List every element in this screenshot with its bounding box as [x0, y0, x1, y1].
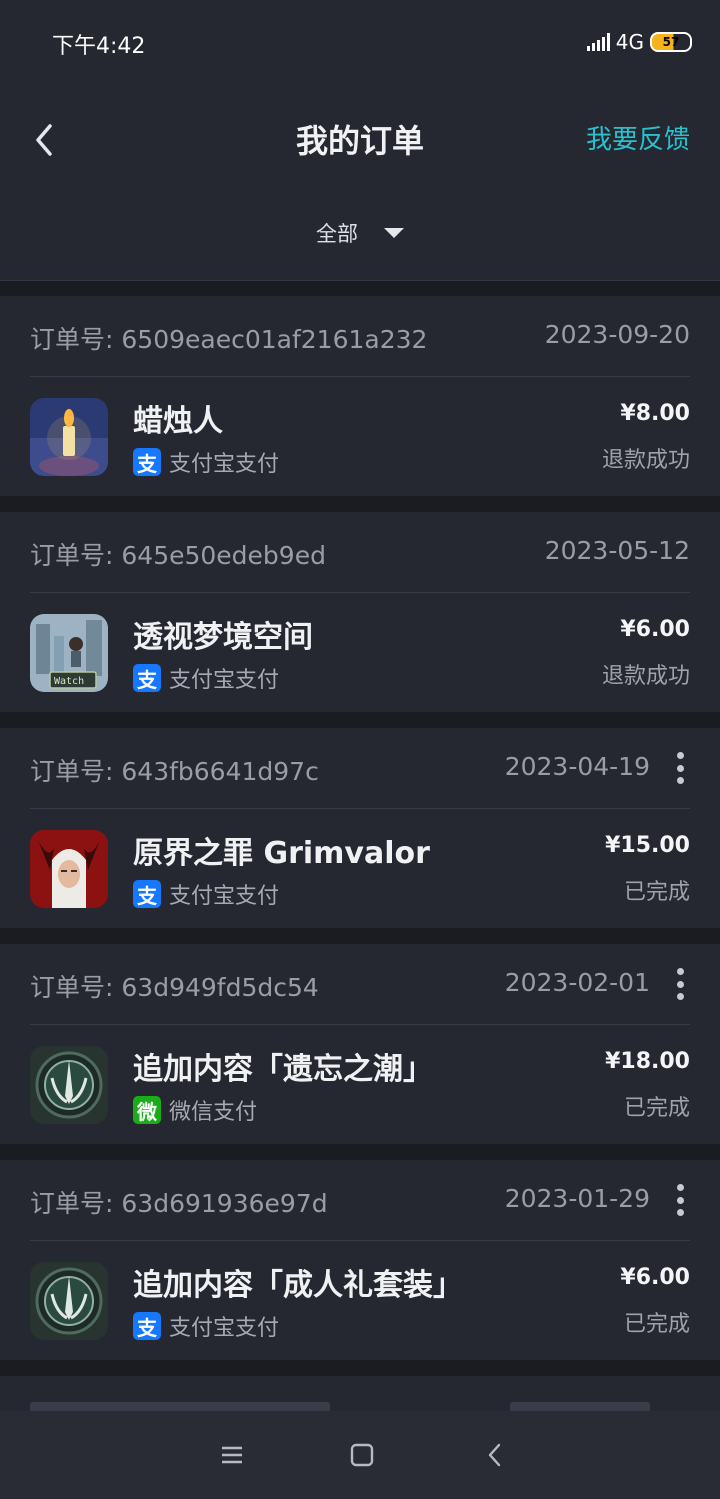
more-vertical-icon[interactable]	[674, 752, 686, 784]
order-header: 订单号: 63d691936e97d 2023-01-29	[30, 1160, 690, 1241]
battery-icon: 57	[650, 32, 692, 52]
more-vertical-icon[interactable]	[674, 1184, 686, 1216]
filter-dropdown[interactable]: 全部	[0, 218, 720, 248]
order-date: 2023-01-29	[504, 1184, 650, 1213]
alipay-icon: 支	[133, 448, 161, 476]
dream-space-app-icon: Watch	[30, 614, 108, 692]
order-header: 订单号: 6509eaec01af2161a232 2023-09-20	[30, 296, 690, 377]
order-price: ¥6.00	[620, 1265, 690, 1290]
order-date: 2023-04-19	[504, 752, 650, 781]
order-price: ¥8.00	[620, 401, 690, 426]
square-home-icon	[350, 1443, 374, 1467]
order-status: 退款成功	[601, 448, 690, 473]
home-button[interactable]	[342, 1439, 382, 1471]
dlc-emblem-app-icon	[30, 1046, 108, 1124]
menu-icon	[222, 1446, 242, 1464]
order-status: 已完成	[623, 1096, 690, 1121]
order-card[interactable]: 订单号: 6509eaec01af2161a232 2023-09-20 蜡烛人…	[0, 296, 720, 496]
product-name: 追加内容「成人礼套装」	[133, 1268, 463, 1303]
signal-icon	[586, 33, 610, 51]
order-header: 订单号: 643fb6641d97c 2023-04-19	[30, 728, 690, 809]
order-card-partial[interactable]	[0, 1376, 720, 1416]
status-bar: 下午4:42 4G 57	[0, 0, 720, 86]
alipay-icon: 支	[133, 880, 161, 908]
order-price: ¥15.00	[605, 833, 690, 858]
menu-button[interactable]	[212, 1439, 252, 1471]
order-number: 订单号: 643fb6641d97c	[30, 757, 319, 786]
order-card[interactable]: 订单号: 645e50edeb9ed 2023-05-12 Watch 透视梦境…	[0, 512, 720, 712]
order-card[interactable]: 订单号: 63d691936e97d 2023-01-29 追加内容「成人礼套装…	[0, 1160, 720, 1360]
product-name: 追加内容「遗忘之潮」	[133, 1052, 433, 1087]
order-date: 2023-05-12	[544, 536, 690, 565]
status-time: 下午4:42	[52, 34, 146, 59]
filter-label: 全部	[316, 222, 358, 246]
order-number: 订单号: 63d949fd5dc54	[30, 973, 319, 1002]
payment-method: 支 支付宝支付	[133, 878, 279, 910]
order-number: 订单号: 645e50edeb9ed	[30, 541, 326, 570]
order-card[interactable]: 订单号: 643fb6641d97c 2023-04-19 原界之罪 Grimv…	[0, 728, 720, 928]
order-status: 已完成	[623, 880, 690, 905]
payment-method: 支 支付宝支付	[133, 446, 279, 478]
order-price: ¥6.00	[620, 617, 690, 642]
payment-method-label: 支付宝支付	[169, 668, 280, 693]
payment-method: 支 支付宝支付	[133, 1310, 279, 1342]
order-date: 2023-09-20	[544, 320, 690, 349]
svg-text:Watch: Watch	[54, 676, 84, 687]
order-status: 已完成	[623, 1312, 690, 1337]
dlc-emblem-app-icon	[30, 1262, 108, 1340]
status-indicators: 4G 57	[586, 30, 692, 54]
payment-method-label: 微信支付	[169, 1100, 258, 1125]
nav-back-button[interactable]	[474, 1439, 514, 1471]
payment-method-label: 支付宝支付	[169, 452, 280, 477]
order-number: 订单号: 63d691936e97d	[30, 1189, 328, 1218]
network-type: 4G	[615, 30, 644, 54]
chevron-left-icon	[488, 1443, 501, 1467]
order-card[interactable]: 订单号: 63d949fd5dc54 2023-02-01 追加内容「遗忘之潮」…	[0, 944, 720, 1144]
product-name: 透视梦境空间	[133, 620, 313, 655]
order-header: 订单号: 645e50edeb9ed 2023-05-12	[30, 512, 690, 593]
payment-method-label: 支付宝支付	[169, 1316, 280, 1341]
payment-method: 微 微信支付	[133, 1094, 257, 1126]
alipay-icon: 支	[133, 1312, 161, 1340]
product-name: 蜡烛人	[133, 404, 223, 439]
order-header: 订单号: 63d949fd5dc54 2023-02-01	[30, 944, 690, 1025]
product-name: 原界之罪 Grimvalor	[133, 836, 430, 871]
order-date: 2023-02-01	[504, 968, 650, 997]
payment-method-label: 支付宝支付	[169, 884, 280, 909]
caret-down-icon	[384, 228, 404, 238]
system-navigation-bar	[0, 1411, 720, 1499]
payment-method: 支 支付宝支付	[133, 662, 279, 694]
feedback-link[interactable]: 我要反馈	[586, 119, 690, 156]
order-price: ¥18.00	[605, 1049, 690, 1074]
more-vertical-icon[interactable]	[674, 968, 686, 1000]
header: 我的订单 我要反馈 全部	[0, 86, 720, 281]
wechat-pay-icon: 微	[133, 1096, 161, 1124]
candleman-app-icon	[30, 398, 108, 476]
grimvalor-app-icon	[30, 830, 108, 908]
order-number: 订单号: 6509eaec01af2161a232	[30, 325, 428, 354]
alipay-icon: 支	[133, 664, 161, 692]
order-status: 退款成功	[601, 664, 690, 689]
